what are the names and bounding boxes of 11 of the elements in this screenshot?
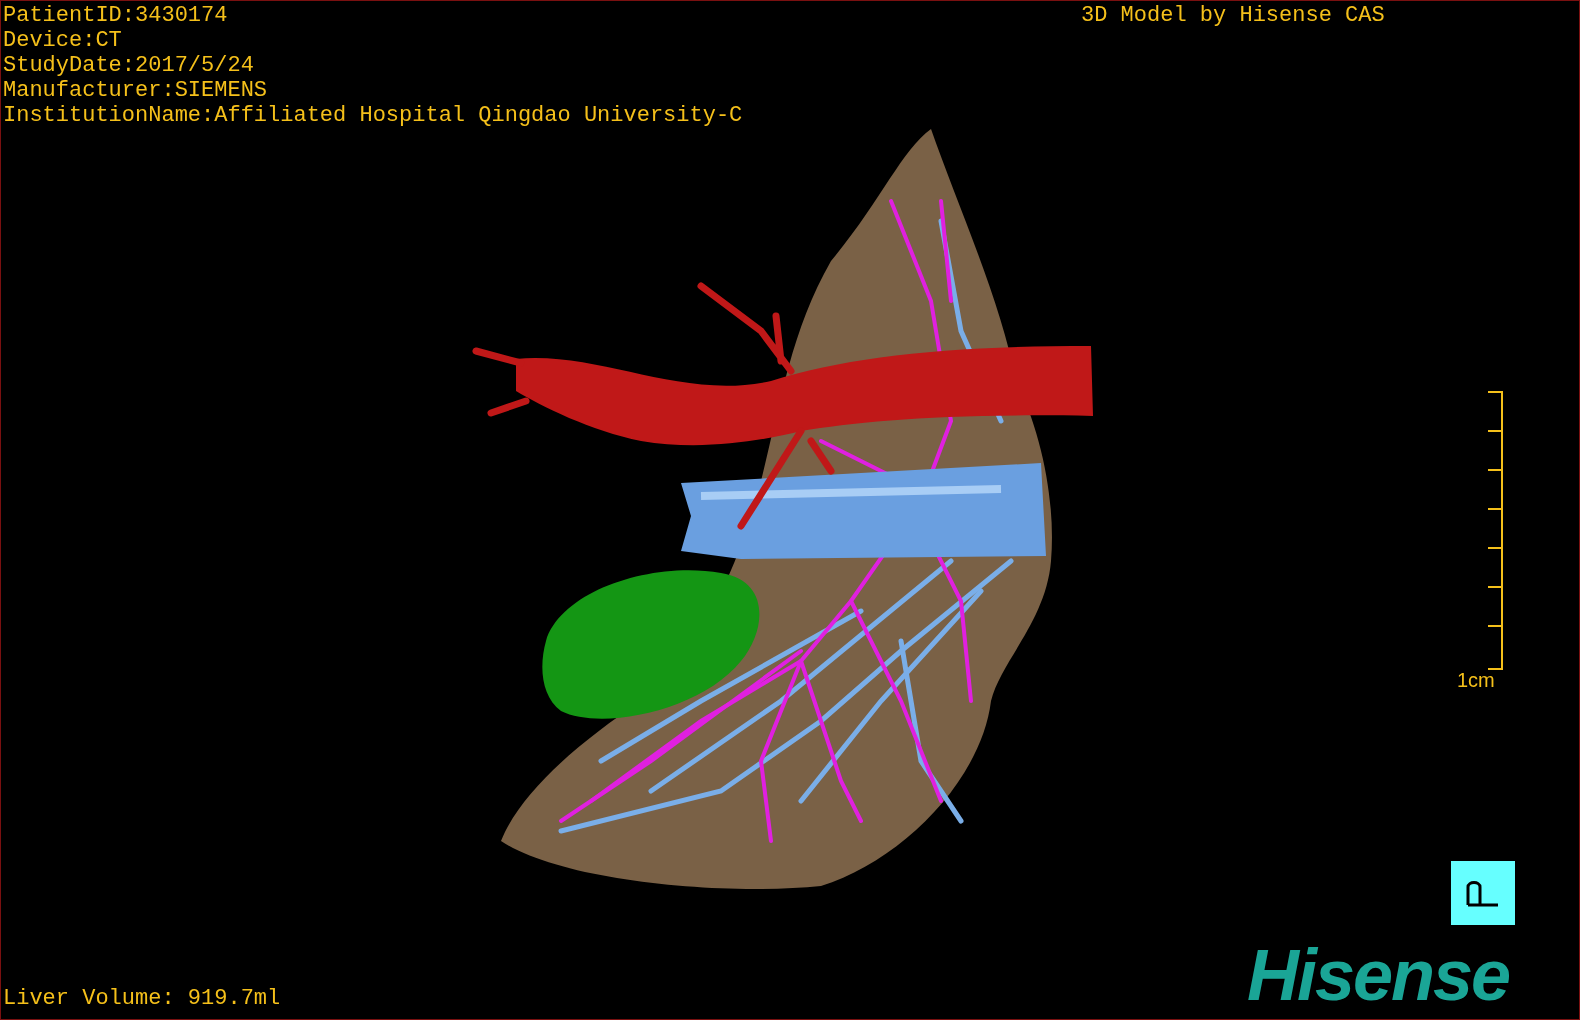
study-info-line: PatientID:3430174 — [3, 3, 229, 28]
study-info-line: Manufacturer:SIEMENS — [3, 78, 269, 103]
study-info-line: InstitutionName:Affiliated Hospital Qingdao University-C — [3, 103, 743, 128]
liver-volume-text: Liver Volume: 919.7ml — [3, 986, 281, 1011]
study-info-line: StudyDate:2017/5/24 — [3, 53, 255, 78]
study-info-line: Device:CT — [3, 28, 123, 53]
model-credit-text: 3D Model by Hisense CAS — [1081, 3, 1385, 28]
tool-button[interactable] — [1451, 861, 1515, 925]
bell-icon — [1466, 879, 1500, 907]
brand-logo: Hisense — [1247, 939, 1510, 1011]
scale-label: 1cm — [1457, 669, 1495, 691]
